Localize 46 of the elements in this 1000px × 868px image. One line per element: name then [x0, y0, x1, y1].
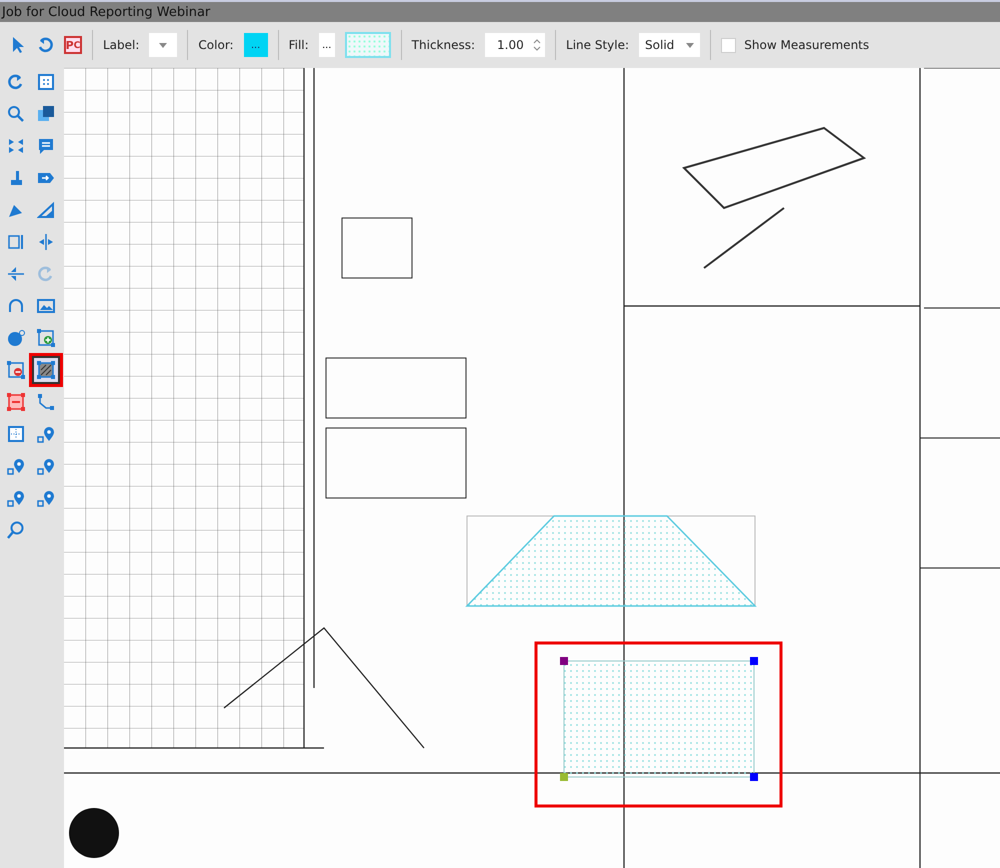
caret-icon [686, 42, 694, 48]
color-button[interactable]: ... [244, 33, 268, 57]
label-label: Label: [103, 38, 140, 52]
comment-icon [37, 137, 55, 155]
split-icon [37, 233, 55, 251]
flip-icon [7, 265, 25, 283]
pin-icon [37, 425, 55, 443]
remove-shape-icon [7, 361, 25, 379]
square-bar-icon [7, 233, 25, 251]
search-icon [7, 521, 25, 539]
fill-swatch[interactable] [344, 32, 391, 58]
hatched-rectangle-tool[interactable] [32, 356, 60, 384]
grid-square-icon [37, 73, 55, 91]
fill-button[interactable]: ... [318, 33, 335, 57]
remove-shape-icon [7, 393, 25, 411]
image-icon [37, 297, 55, 315]
color-label: Color: [198, 38, 234, 52]
rectangle-markup[interactable] [534, 642, 782, 808]
line-style-label: Line Style: [566, 38, 630, 52]
layers-icon [37, 105, 55, 123]
pin-icon [37, 457, 55, 475]
corners-icon [7, 137, 25, 155]
pin-icon [7, 489, 25, 507]
add-shape-icon [37, 329, 55, 347]
thickness-label: Thickness: [412, 38, 476, 52]
thickness-field[interactable]: 1.00 [485, 33, 546, 57]
show-measurements-label: Show Measurements [744, 38, 870, 52]
pin-icon [37, 489, 55, 507]
polyline-icon [37, 393, 55, 411]
spinner-icon[interactable] [533, 38, 542, 52]
redo-icon [37, 265, 55, 283]
refresh-icon [7, 73, 25, 91]
pin-icon [7, 457, 25, 475]
arc-icon [7, 297, 25, 315]
trapezoid-markup[interactable] [465, 515, 757, 607]
zoom-icon [7, 105, 25, 123]
undo-icon[interactable] [36, 36, 54, 54]
checkbox[interactable] [721, 38, 736, 52]
fill-label: Fill: [288, 38, 309, 52]
grid-square-icon [7, 425, 25, 443]
line-style-dropdown[interactable]: Solid [639, 33, 700, 57]
window-title: Job for Cloud Reporting Webinar [0, 0, 1000, 22]
caret-icon [159, 42, 168, 48]
label-dropdown[interactable] [149, 33, 178, 57]
hatched-rectangle-icon [37, 361, 55, 379]
slope-icon [37, 201, 55, 219]
